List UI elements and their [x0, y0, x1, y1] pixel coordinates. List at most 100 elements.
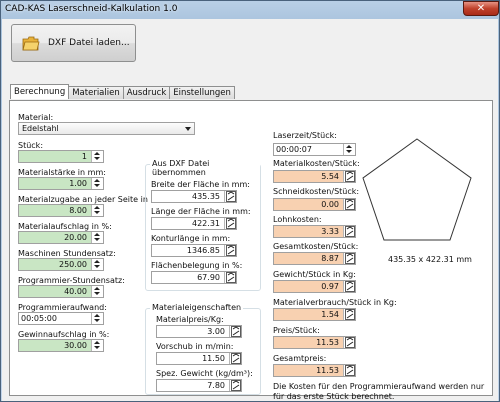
load-dxf-button[interactable]: DXF Datei laden... [11, 24, 136, 62]
calculator-icon[interactable] [224, 272, 236, 283]
calculator-icon[interactable] [343, 281, 355, 292]
staerke-spinner[interactable] [91, 178, 103, 189]
gesamt-stueck-field[interactable]: 8.87 [273, 252, 356, 265]
stundensatz-spinner[interactable] [91, 259, 103, 270]
zugabe-spinner[interactable] [91, 205, 103, 216]
stueck-field[interactable]: 1 [18, 150, 104, 163]
breite-field[interactable]: 435.35 [151, 190, 237, 203]
preis-field[interactable]: 11.53 [273, 336, 356, 349]
kosten-note: Die Kosten für den Programmieraufwand we… [273, 382, 485, 401]
verbrauch-label: Materialverbrauch/Stück in Kg: [273, 298, 397, 307]
calculator-icon[interactable] [343, 337, 355, 348]
lohn-label: Lohnkosten: [273, 215, 322, 224]
title-bar: CAD-KAS Laserschneid-Kalkulation 1.0 ✕ [1, 1, 500, 19]
verbrauch-field[interactable]: 1.54 [273, 308, 356, 321]
vorschub-label: Vorschub in m/min: [156, 342, 234, 351]
stueck-label: Stück: [18, 141, 44, 150]
mat-group-title: Materialeigenschaften [150, 303, 244, 312]
gewinn-field[interactable]: 30.00 [18, 339, 104, 352]
calculator-icon[interactable] [343, 253, 355, 264]
gewinn-spinner[interactable] [91, 340, 103, 351]
tab-strip: Berechnung Materialien Ausdruck Einstell… [10, 84, 235, 100]
material-label: Material: [18, 113, 54, 122]
laserzeit-spinner[interactable] [343, 144, 355, 155]
vorschub-field[interactable]: 11.50 [156, 352, 242, 365]
calculator-icon[interactable] [229, 380, 241, 391]
material-select-value: Edelstahl [22, 124, 59, 133]
tab-ausdruck[interactable]: Ausdruck [122, 86, 171, 99]
staerke-value: 1.00 [69, 179, 87, 188]
preis-value: 11.53 [316, 338, 339, 347]
berechnung-panel: Material: Edelstahl Stück: 1 Materialstä… [9, 100, 493, 401]
laenge-label: Länge der Fläche in mm: [151, 207, 251, 216]
calculator-icon[interactable] [224, 191, 236, 202]
gewicht-spez-label: Spez. Gewicht (kg/dm³): [156, 369, 253, 378]
laserzeit-field[interactable]: 00:00:07 [273, 143, 356, 156]
gesamtpreis-value: 11.53 [316, 366, 339, 375]
calculator-icon[interactable] [343, 226, 355, 237]
calculator-icon[interactable] [229, 353, 241, 364]
stueck-value: 1 [81, 152, 87, 161]
calculator-icon[interactable] [343, 199, 355, 210]
stueck-spinner[interactable] [91, 151, 103, 162]
preis-label: Preis/Stück: [273, 326, 320, 335]
gewinn-label: Gewinnaufschlag in %: [18, 330, 110, 339]
gesamtpreis-label: Gesamtpreis: [273, 354, 327, 363]
zugabe-field[interactable]: 8.00 [18, 204, 104, 217]
aufschlag-label: Materialaufschlag in %: [18, 222, 112, 231]
lohn-field[interactable]: 3.33 [273, 225, 356, 238]
belegung-field[interactable]: 67.90 [151, 271, 237, 284]
tab-berechnung[interactable]: Berechnung [10, 84, 70, 99]
stundensatz-field[interactable]: 250.00 [18, 258, 104, 271]
prog-satz-label: Programmier-Stundensatz: [18, 276, 125, 285]
staerke-field[interactable]: 1.00 [18, 177, 104, 190]
kontur-value: 1346.85 [186, 246, 220, 255]
matkosten-value: 5.54 [321, 172, 339, 181]
gewicht-label: Gewicht/Stück in Kg: [273, 270, 356, 279]
breite-label: Breite der Fläche in mm: [151, 180, 250, 189]
gewicht-field[interactable]: 0.97 [273, 280, 356, 293]
schneid-field[interactable]: 0.00 [273, 198, 356, 211]
verbrauch-value: 1.54 [321, 310, 339, 319]
folder-icon [22, 36, 40, 51]
aufschlag-value: 20.00 [64, 233, 87, 242]
mat-preis-field[interactable]: 3.00 [156, 325, 242, 338]
matkosten-field[interactable]: 5.54 [273, 170, 356, 183]
vorschub-value: 11.50 [202, 354, 225, 363]
preview-dimensions: 435.35 x 422.31 mm [388, 255, 472, 264]
prog-satz-value: 40.00 [64, 287, 87, 296]
belegung-value: 67.90 [197, 273, 220, 282]
stundensatz-value: 250.00 [59, 260, 87, 269]
gewicht-spez-value: 7.80 [207, 381, 225, 390]
tab-einstellungen[interactable]: Einstellungen [169, 86, 235, 99]
calculator-icon[interactable] [229, 326, 241, 337]
dxf-group-title: Aus DXF Datei übernommen [150, 159, 260, 177]
material-select[interactable]: Edelstahl [18, 122, 195, 135]
calculator-icon[interactable] [224, 218, 236, 229]
calculator-icon[interactable] [343, 309, 355, 320]
aufschlag-field[interactable]: 20.00 [18, 231, 104, 244]
prog-aufwand-spinner[interactable] [91, 313, 103, 324]
matkosten-label: Materialkosten/Stück: [273, 159, 360, 168]
prog-satz-field[interactable]: 40.00 [18, 285, 104, 298]
gesamt-stueck-value: 8.87 [321, 254, 339, 263]
prog-aufwand-field[interactable]: 00:05:00 [18, 312, 104, 325]
laenge-field[interactable]: 422.31 [151, 217, 237, 230]
kontur-field[interactable]: 1346.85 [151, 244, 237, 257]
kontur-label: Konturlänge in mm: [151, 234, 231, 243]
laenge-value: 422.31 [192, 219, 220, 228]
zugabe-value: 8.00 [69, 206, 87, 215]
gesamtpreis-field[interactable]: 11.53 [273, 364, 356, 377]
belegung-label: Flächenbelegung in %: [151, 261, 243, 270]
mat-preis-value: 3.00 [207, 327, 225, 336]
aufschlag-spinner[interactable] [91, 232, 103, 243]
close-button[interactable]: ✕ [463, 1, 499, 16]
stundensatz-label: Maschinen Stundensatz: [18, 249, 116, 258]
gewicht-spez-field[interactable]: 7.80 [156, 379, 242, 392]
calculator-icon[interactable] [224, 245, 236, 256]
prog-satz-spinner[interactable] [91, 286, 103, 297]
calculator-icon[interactable] [343, 171, 355, 182]
tab-materialien[interactable]: Materialien [68, 86, 124, 99]
calculator-icon[interactable] [343, 365, 355, 376]
staerke-label: Materialstärke in mm: [18, 168, 106, 177]
